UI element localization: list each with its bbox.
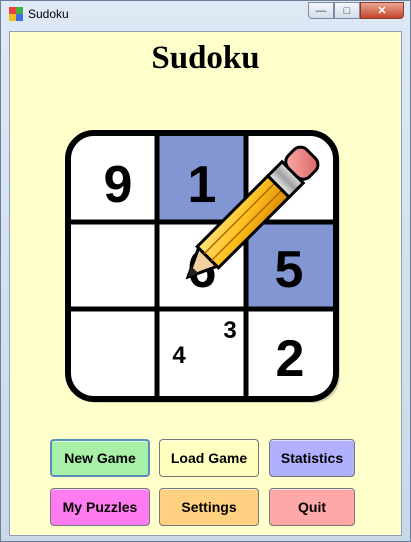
cell-digit: 9 — [104, 156, 133, 214]
cell-digit: 1 — [188, 156, 217, 214]
quit-button[interactable]: Quit — [269, 488, 355, 526]
cell-note-digit: 4 — [172, 342, 186, 369]
cell-digit: 2 — [276, 330, 305, 388]
close-button[interactable]: ✕ — [360, 2, 404, 19]
load-game-button[interactable]: Load Game — [159, 439, 259, 477]
maximize-button[interactable]: □ — [334, 2, 360, 19]
new-game-button[interactable]: New Game — [50, 439, 150, 477]
main-panel: Sudoku 9 1 5 3 4 2 New Game Load Game St… — [9, 31, 402, 536]
window-title: Sudoku — [28, 7, 69, 21]
title-bar[interactable]: Sudoku — □ ✕ — [1, 1, 410, 27]
minimize-button[interactable]: — — [308, 2, 334, 19]
sudoku-logo: 9 1 6 5 3 4 2 — [65, 130, 340, 403]
my-puzzles-button[interactable]: My Puzzles — [50, 488, 150, 526]
app-window: Sudoku — □ ✕ Sudoku 9 1 5 3 4 2 New Game… — [0, 0, 411, 542]
settings-button[interactable]: Settings — [159, 488, 259, 526]
cell-digit: 5 — [275, 241, 304, 299]
statistics-button[interactable]: Statistics — [269, 439, 355, 477]
sudoku-app-icon — [9, 7, 23, 21]
cell-note-digit: 3 — [223, 317, 236, 344]
